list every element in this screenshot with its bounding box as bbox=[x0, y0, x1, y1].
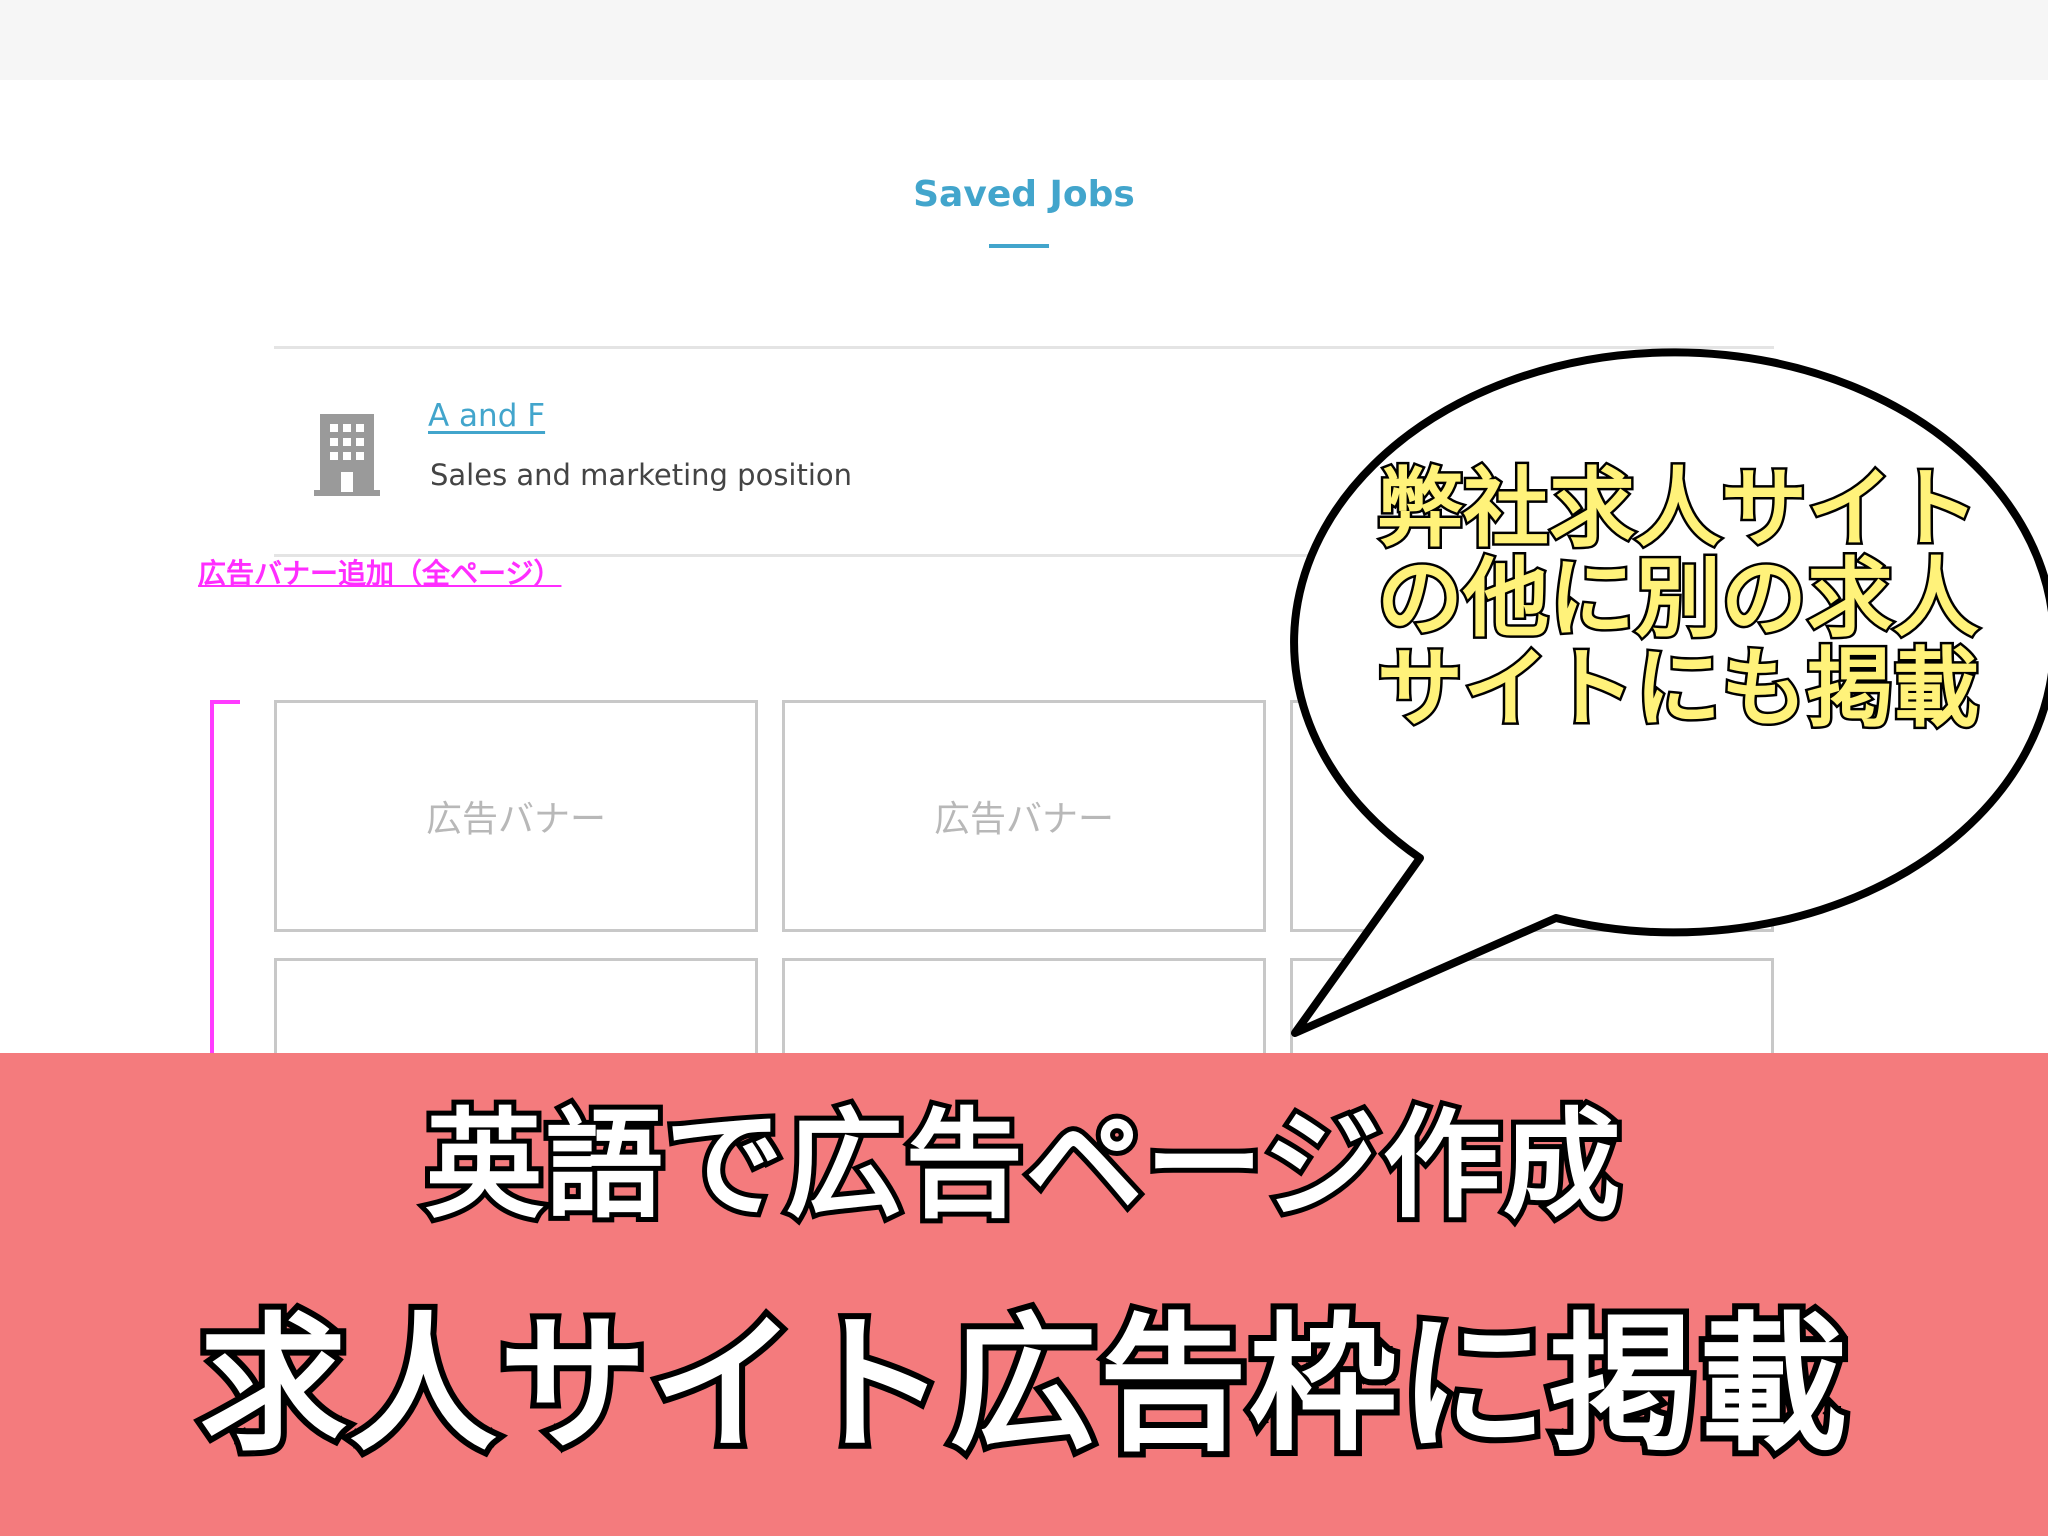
callout-line: 弊社求人サイト bbox=[1375, 459, 1982, 559]
divider-top bbox=[274, 346, 1774, 349]
building-icon bbox=[314, 412, 380, 496]
section-bracket-top bbox=[210, 700, 240, 704]
ad-banner-slot[interactable]: 広告バナー bbox=[782, 700, 1266, 932]
title-underline bbox=[989, 244, 1049, 248]
page-title: Saved Jobs bbox=[913, 174, 1135, 215]
company-link[interactable]: A and F bbox=[428, 398, 545, 434]
section-bracket-left bbox=[210, 700, 214, 1060]
callout-text: 弊社求人サイト の他に別の求人 サイトにも掲載 bbox=[1358, 459, 1998, 739]
add-banner-link[interactable]: 広告バナー追加（全ページ） bbox=[198, 552, 561, 592]
callout-line: サイトにも掲載 bbox=[1375, 639, 1982, 739]
caption-line-1: 英語で広告ページ作成 bbox=[420, 1091, 1626, 1239]
callout-line: の他に別の求人 bbox=[1375, 549, 1982, 649]
caption-line-2: 求人サイト広告枠に掲載 bbox=[193, 1293, 1853, 1477]
ad-banner-slot[interactable]: 広告バナー bbox=[274, 700, 758, 932]
browser-top-bar bbox=[0, 0, 2048, 80]
job-description: Sales and marketing position bbox=[430, 458, 853, 492]
